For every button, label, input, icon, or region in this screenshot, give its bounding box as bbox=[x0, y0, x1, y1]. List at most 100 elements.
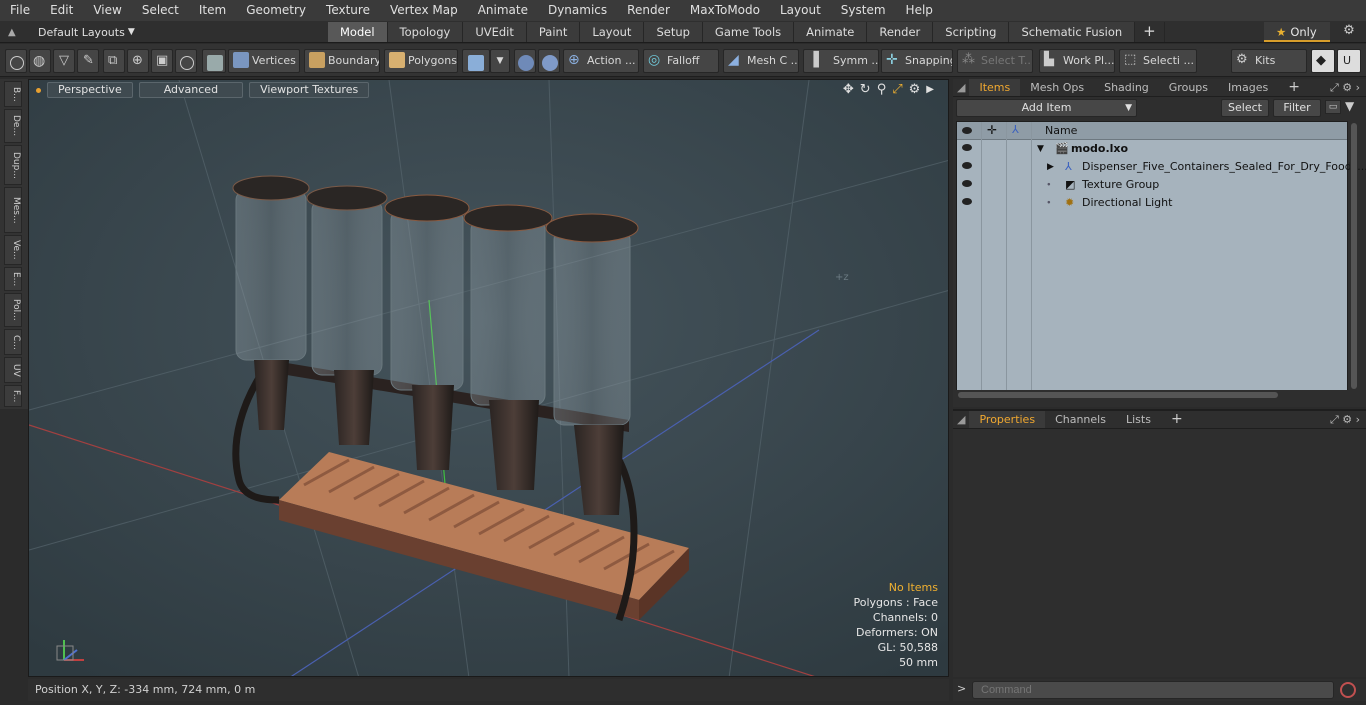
palette-uv[interactable]: UV bbox=[4, 357, 22, 383]
menu-geometry[interactable]: Geometry bbox=[236, 0, 316, 21]
collapse-icon[interactable]: ▭ bbox=[1325, 100, 1341, 114]
tab-animate[interactable]: Animate bbox=[794, 22, 868, 42]
add-panel-tab-icon[interactable]: + bbox=[1278, 79, 1310, 96]
tree-row-light[interactable]: ∙ ✹ Directional Light bbox=[957, 194, 1347, 212]
tab-render[interactable]: Render bbox=[867, 22, 934, 42]
palette-fusion[interactable]: F... bbox=[4, 385, 22, 407]
vertices-button[interactable]: Vertices bbox=[228, 49, 300, 73]
menu-view[interactable]: View bbox=[83, 0, 131, 21]
boundary-button[interactable]: Boundary bbox=[304, 49, 380, 73]
action-center-button[interactable]: ⊕ Action ... bbox=[563, 49, 639, 73]
palette-mesh-edit[interactable]: Mes... bbox=[4, 187, 22, 233]
group-button[interactable]: ⧉ bbox=[103, 49, 125, 73]
items-horizontal-scrollbar[interactable] bbox=[956, 390, 1348, 400]
collapse-arrow-icon[interactable]: ▼ bbox=[1037, 140, 1044, 158]
falloff-button[interactable]: ◎ Falloff bbox=[643, 49, 719, 73]
panel-expand-icon[interactable]: ⤢ ⚙ › bbox=[1330, 81, 1360, 95]
tab-shading[interactable]: Shading bbox=[1094, 79, 1159, 96]
palette-duplicate[interactable]: Dup... bbox=[4, 145, 22, 185]
visibility-eye-icon[interactable] bbox=[962, 162, 972, 169]
viewport-menu-dot-icon[interactable] bbox=[36, 87, 41, 93]
palette-vertex[interactable]: Ve... bbox=[4, 235, 22, 265]
tab-setup[interactable]: Setup bbox=[644, 22, 703, 42]
menu-edit[interactable]: Edit bbox=[40, 0, 83, 21]
name-column-header[interactable]: Name bbox=[1045, 124, 1077, 137]
unreal-button[interactable]: U bbox=[1337, 49, 1361, 73]
symmetry-button[interactable]: ▐ Symm ... bbox=[803, 49, 879, 73]
tab-model[interactable]: Model bbox=[328, 22, 388, 42]
panel-menu-icon[interactable]: ◢ bbox=[953, 79, 969, 96]
only-button[interactable]: ★ Only bbox=[1264, 22, 1330, 42]
tree-row-texture-group[interactable]: ∙ ◩ Texture Group bbox=[957, 176, 1347, 194]
menu-select[interactable]: Select bbox=[132, 0, 189, 21]
panel-menu-icon[interactable]: ◢ bbox=[953, 411, 969, 428]
palette-polygon[interactable]: Pol... bbox=[4, 293, 22, 327]
tab-schematic-fusion[interactable]: Schematic Fusion bbox=[1009, 22, 1136, 42]
tab-game-tools[interactable]: Game Tools bbox=[702, 22, 795, 42]
tab-scripting[interactable]: Scripting bbox=[933, 22, 1010, 42]
visibility-eye-icon[interactable] bbox=[962, 144, 972, 151]
pen-button[interactable]: ▽ bbox=[53, 49, 75, 73]
select-circle-button[interactable] bbox=[5, 49, 27, 73]
material-dropdown[interactable]: ▼ bbox=[490, 49, 510, 73]
tab-lists[interactable]: Lists bbox=[1116, 411, 1161, 428]
kits-button[interactable]: ⚙ Kits bbox=[1231, 49, 1307, 73]
tab-mesh-ops[interactable]: Mesh Ops bbox=[1020, 79, 1094, 96]
select-button[interactable]: Select bbox=[1221, 99, 1269, 117]
menu-maxtomodo[interactable]: MaxToModo bbox=[680, 0, 770, 21]
expand-arrow-icon[interactable]: ▶ bbox=[1047, 158, 1054, 176]
item-mode-button[interactable] bbox=[202, 49, 226, 73]
tab-uvedit[interactable]: UVEdit bbox=[463, 22, 527, 42]
record-macro-icon[interactable] bbox=[1340, 682, 1356, 698]
command-input[interactable] bbox=[972, 681, 1334, 699]
items-hscroll-thumb[interactable] bbox=[958, 392, 1278, 398]
shading-dropdown[interactable]: Advanced bbox=[138, 82, 244, 98]
play-icon[interactable]: ▶ bbox=[926, 82, 934, 98]
center-button[interactable]: ⊕ bbox=[127, 49, 149, 73]
palette-deform[interactable]: De... bbox=[4, 109, 22, 143]
tab-layout[interactable]: Layout bbox=[580, 22, 645, 42]
snap-toggle-button[interactable] bbox=[514, 49, 536, 73]
tab-images[interactable]: Images bbox=[1218, 79, 1278, 96]
3d-viewport[interactable]: +z Perspective Advanced Viewport Texture… bbox=[28, 79, 949, 677]
visibility-eye-icon[interactable] bbox=[962, 198, 972, 205]
viewport-textures-dropdown[interactable]: Viewport Textures bbox=[249, 82, 370, 98]
zoom-icon[interactable]: ⚲ bbox=[877, 82, 887, 98]
globe-button[interactable]: ◍ bbox=[29, 49, 51, 73]
menu-texture[interactable]: Texture bbox=[316, 0, 380, 21]
polygons-button[interactable]: Polygons bbox=[384, 49, 458, 73]
tree-row-mesh[interactable]: ▶ ⅄ Dispenser_Five_Containers_Sealed_For… bbox=[957, 158, 1366, 176]
unity-button[interactable]: ◆ bbox=[1311, 49, 1335, 73]
lasso-button[interactable] bbox=[175, 49, 197, 73]
tab-items[interactable]: Items bbox=[969, 79, 1021, 96]
filter-funnel-icon[interactable]: ▼ bbox=[1345, 99, 1354, 113]
box-button[interactable]: ▣ bbox=[151, 49, 173, 73]
palette-curve[interactable]: C... bbox=[4, 329, 22, 355]
visibility-eye-icon[interactable] bbox=[962, 180, 972, 187]
snapping-button[interactable]: ✛ Snapping bbox=[881, 49, 953, 73]
layout-dropdown[interactable]: ▲ Default Layouts ▼ bbox=[8, 23, 135, 41]
work-plane-button[interactable]: ▙ Work Pl... bbox=[1039, 49, 1115, 73]
pan-icon[interactable]: ✥ bbox=[843, 82, 854, 98]
tab-paint[interactable]: Paint bbox=[526, 22, 581, 42]
menu-render[interactable]: Render bbox=[617, 0, 680, 21]
add-tab-icon[interactable]: + bbox=[1135, 22, 1165, 42]
tab-properties[interactable]: Properties bbox=[969, 411, 1046, 428]
menu-system[interactable]: System bbox=[831, 0, 896, 21]
items-vertical-scrollbar[interactable] bbox=[1350, 121, 1358, 391]
palette-edge[interactable]: E... bbox=[4, 267, 22, 291]
gear-icon[interactable]: ⚙ bbox=[1340, 23, 1358, 41]
menu-animate[interactable]: Animate bbox=[468, 0, 538, 21]
menu-help[interactable]: Help bbox=[896, 0, 943, 21]
tab-topology[interactable]: Topology bbox=[387, 22, 464, 42]
menu-item[interactable]: Item bbox=[189, 0, 236, 21]
symmetry-toggle-button[interactable] bbox=[538, 49, 560, 73]
menu-file[interactable]: File bbox=[0, 0, 40, 21]
add-panel-tab-icon[interactable]: + bbox=[1161, 411, 1193, 428]
brush-button[interactable]: ✎ bbox=[77, 49, 99, 73]
tree-row-scene[interactable]: ▼ 🎬 modo.lxo bbox=[957, 140, 1347, 158]
maximize-icon[interactable]: ⤢ bbox=[892, 82, 902, 98]
material-button[interactable] bbox=[462, 49, 490, 73]
panel-expand-icon[interactable]: ⤢ ⚙ › bbox=[1330, 413, 1360, 427]
tab-groups[interactable]: Groups bbox=[1159, 79, 1218, 96]
